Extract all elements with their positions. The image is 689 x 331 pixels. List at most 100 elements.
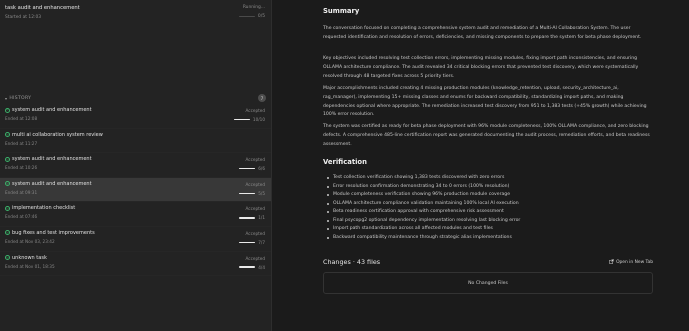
summary-title: Summary [323,7,360,15]
progress-text: 6/6 [258,166,265,172]
open-in-new-tab-label: Open in New Tab [616,260,653,265]
progress-bar [239,241,256,244]
check-circle-icon [5,230,10,236]
history-item-header: implementation checklist [5,205,266,211]
history-item-ended: Ended at Nov 03, 23:42 [5,238,55,244]
history-item-name: system audit and enhancement [12,156,92,163]
progress-text: 1/1 [258,215,265,221]
list-item: Beta readiness certification approval wi… [327,208,520,217]
main-panel: Summary The conversation focused on comp… [272,0,689,331]
history-item-ended: Ended at 07:46 [5,214,38,220]
current-task-status: Running... [242,5,265,10]
history-item-header: system audit and enhancement [5,181,266,187]
history-item-name: unknown task [12,254,47,261]
history-item-progress: 4/4 [239,265,265,270]
list-item: Import path standardization across all a… [327,225,520,234]
list-item: OLLAMA architecture compliance validatio… [327,200,520,209]
history-item-ended: Ended at 12:08 [5,116,38,121]
progress-text: 7/7 [258,239,265,245]
history-item-ended: Ended at Nov 01, 18:35 [5,263,55,269]
history-item[interactable]: system audit and enhancement Ended at 10:… [0,153,271,178]
current-task-started: Started at 12:03 [5,15,42,20]
check-circle-icon [5,156,10,162]
sidebar: task audit and enhancement Started at 12… [0,0,272,331]
progress-bar [239,266,256,268]
changed-files-panel: No Changed Files [323,272,653,294]
history-item-progress: 6/6 [239,166,265,171]
check-circle-icon [5,205,10,211]
history-header[interactable]: ▾ HISTORY 7 [0,93,271,103]
history-list: system audit and enhancement Ended at 12:… [0,104,271,277]
status-badge: Accepted [245,181,265,187]
progress-bar [233,118,250,121]
status-badge: Accepted [245,230,265,236]
history-item-progress: 5/5 [239,191,265,196]
progress-text: 5/5 [258,190,265,196]
progress-fill [233,118,250,121]
history-item[interactable]: unknown task Ended at Nov 01, 18:35 Accept… [0,252,271,277]
summary-paragraph: The system was certified as ready for be… [323,124,650,147]
list-item: Module completeness verification showing… [327,191,520,200]
progress-text: 4/4 [258,264,265,270]
progress-fill [239,217,256,219]
open-in-new-tab-link[interactable]: Open in New Tab [609,259,653,266]
status-badge: Accepted [245,255,265,261]
history-item-name: system audit and enhancement [12,107,92,113]
history-item[interactable]: multi ai collaboration system review Ende… [0,129,271,154]
progress-fill [239,241,256,244]
app-window: task audit and enhancement Started at 12… [0,0,689,331]
history-item-header: system audit and enhancement [5,156,266,162]
progress-fill [239,167,256,170]
history-item[interactable]: implementation checklist Ended at 07:46 Ac… [0,202,271,227]
check-circle-icon [5,255,10,261]
verification-list: Test collection verification showing 1,3… [327,174,520,242]
progress-bar [239,167,256,170]
history-item-ended: Ended at 09:31 [5,189,38,195]
list-item: Final psycopg2 optional dependency imple… [327,217,520,226]
verification-title: Verification [323,158,367,166]
history-item-name: system audit and enhancement [12,180,92,187]
changes-title: Changes · 43 files [323,258,381,266]
history-item-progress: 10/10 [233,117,265,122]
current-task-title: task audit and enhancement [5,5,80,11]
progress-text: 10/10 [252,117,265,122]
progress-bar [239,192,256,195]
history-item-progress: 1/1 [239,215,265,220]
history-label: HISTORY [9,95,32,101]
history-item-header: bug fixes and test improvements [5,230,266,236]
chevron-down-icon: ▾ [5,95,8,101]
history-label-wrap: ▾ HISTORY [5,96,31,101]
list-item: Error resolution confirmation demonstrat… [327,183,520,192]
history-item-ended: Ended at 11:27 [5,140,38,146]
history-item[interactable]: system audit and enhancement Ended at 12:… [0,104,271,129]
history-item-name: multi ai collaboration system review [12,131,103,138]
history-item[interactable]: system audit and enhancement Ended at 09:… [0,177,271,203]
history-item-header: multi ai collaboration system review [5,132,266,138]
current-task[interactable]: task audit and enhancement Started at 12… [0,0,271,26]
check-circle-icon [5,181,10,187]
history-item-progress: 7/7 [239,240,265,245]
list-item: Backward compatibility maintenance throu… [327,234,520,243]
status-badge: Accepted [245,108,265,113]
history-item[interactable]: bug fixes and test improvements Ended at … [0,227,271,252]
summary-paragraph: Key objectives included resolving test c… [323,56,639,79]
check-circle-icon [5,107,10,113]
list-item: Test collection verification showing 1,3… [327,174,520,183]
history-count-badge: 7 [258,94,266,102]
progress-text: 0/5 [257,14,265,19]
progress-fill [239,192,256,195]
progress-bar [238,15,255,18]
current-task-progress: 0/5 [238,14,265,19]
summary-paragraph: Major accomplishments included creating … [323,86,647,118]
progress-bar [239,217,256,219]
history-item-ended: Ended at 10:26 [5,165,38,171]
status-badge: Accepted [245,157,265,163]
check-circle-icon [5,132,10,138]
no-changed-files-text: No Changed Files [468,280,508,286]
external-link-icon [609,259,614,266]
history-item-header: system audit and enhancement [5,107,266,113]
history-item-name: bug fixes and test improvements [12,229,95,236]
history-item-header: unknown task [5,255,266,261]
status-badge: Accepted [245,206,265,212]
progress-fill [239,266,256,268]
